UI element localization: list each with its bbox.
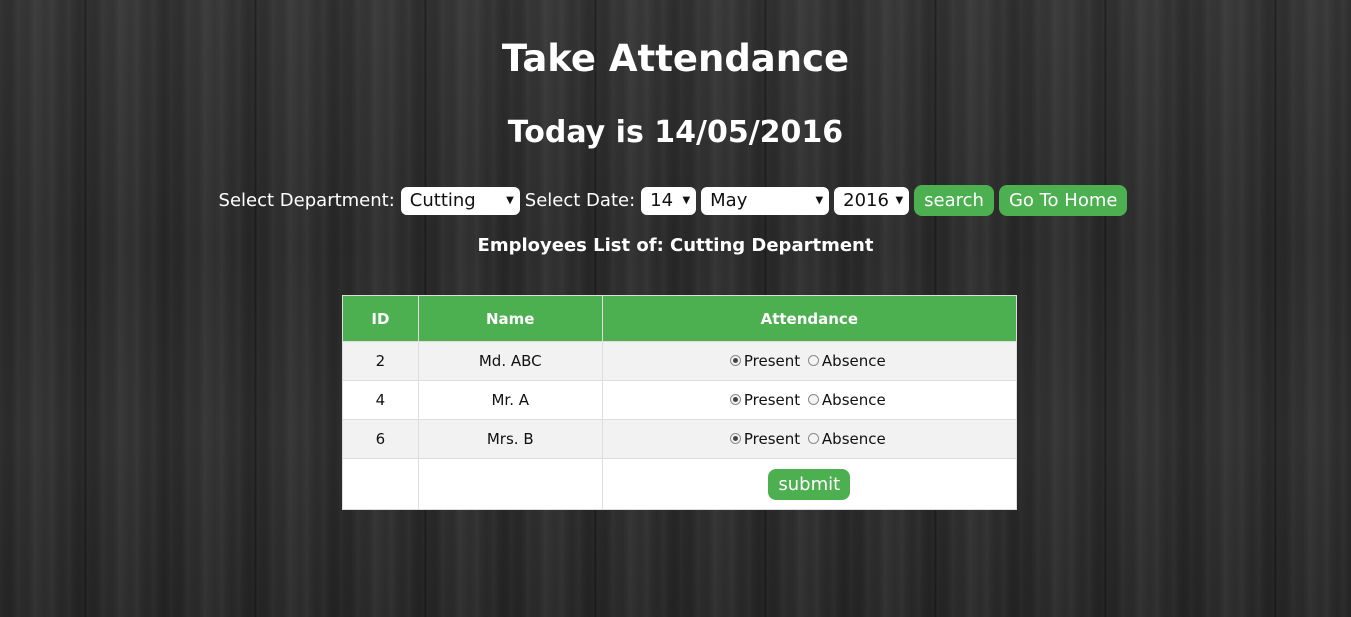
chevron-down-icon: ▼ bbox=[895, 194, 904, 206]
column-header-id: ID bbox=[342, 295, 419, 342]
table-row: 2 Md. ABC Present Absence bbox=[342, 341, 1018, 381]
absence-label: Absence bbox=[821, 391, 886, 410]
department-label: Select Department: bbox=[218, 190, 395, 211]
year-select[interactable]: 2016 ▼ bbox=[834, 186, 910, 215]
employees-list-title: Employees List of: Cutting Department bbox=[477, 235, 874, 256]
submit-cell: submit bbox=[601, 458, 1018, 510]
go-to-home-button[interactable]: Go To Home bbox=[998, 185, 1128, 216]
absence-radio[interactable] bbox=[807, 432, 819, 444]
attendance-options: Present Absence bbox=[601, 341, 1018, 381]
department-select-value: Cutting bbox=[409, 189, 476, 211]
employee-name: Md. ABC bbox=[417, 341, 603, 381]
table-row: 4 Mr. A Present Absence bbox=[342, 380, 1018, 420]
employee-id: 6 bbox=[342, 419, 419, 459]
today-date-heading: Today is 14/05/2016 bbox=[507, 115, 844, 150]
attendance-table: ID Name Attendance 2 Md. ABC Present Abs… bbox=[342, 295, 1018, 510]
table-row: 6 Mrs. B Present Absence bbox=[342, 419, 1018, 459]
chevron-down-icon: ▼ bbox=[682, 194, 691, 206]
submit-row: submit bbox=[342, 458, 1018, 510]
absence-radio[interactable] bbox=[807, 354, 819, 366]
submit-button[interactable]: submit bbox=[768, 468, 851, 500]
empty-cell bbox=[342, 458, 419, 510]
column-header-name: Name bbox=[417, 295, 603, 342]
chevron-down-icon: ▼ bbox=[815, 194, 824, 206]
date-label: Select Date: bbox=[524, 190, 636, 211]
day-select[interactable]: 14 ▼ bbox=[641, 186, 697, 215]
column-header-attendance: Attendance bbox=[601, 295, 1018, 342]
attendance-options: Present Absence bbox=[601, 419, 1018, 459]
absence-radio[interactable] bbox=[807, 393, 819, 405]
employee-name: Mr. A bbox=[417, 380, 603, 420]
filter-form: Select Department: Cutting ▼ Select Date… bbox=[0, 185, 1351, 216]
day-select-value: 14 bbox=[650, 189, 674, 211]
month-select[interactable]: May ▼ bbox=[701, 186, 830, 215]
table-header-row: ID Name Attendance bbox=[342, 295, 1018, 342]
employee-name: Mrs. B bbox=[417, 419, 603, 459]
absence-label: Absence bbox=[821, 352, 886, 371]
search-button[interactable]: search bbox=[914, 185, 994, 216]
absence-label: Absence bbox=[821, 430, 886, 449]
present-radio[interactable] bbox=[729, 432, 741, 444]
present-radio[interactable] bbox=[729, 393, 741, 405]
employee-id: 4 bbox=[342, 380, 419, 420]
department-select[interactable]: Cutting ▼ bbox=[400, 186, 520, 215]
month-select-value: May bbox=[710, 189, 748, 211]
chevron-down-icon: ▼ bbox=[506, 194, 514, 206]
present-radio[interactable] bbox=[729, 354, 741, 366]
employee-id: 2 bbox=[342, 341, 419, 381]
present-label: Present bbox=[743, 430, 801, 449]
empty-cell bbox=[417, 458, 603, 510]
present-label: Present bbox=[743, 391, 801, 410]
attendance-options: Present Absence bbox=[601, 380, 1018, 420]
present-label: Present bbox=[743, 352, 801, 371]
page-title: Take Attendance bbox=[501, 37, 850, 80]
year-select-value: 2016 bbox=[843, 189, 889, 211]
